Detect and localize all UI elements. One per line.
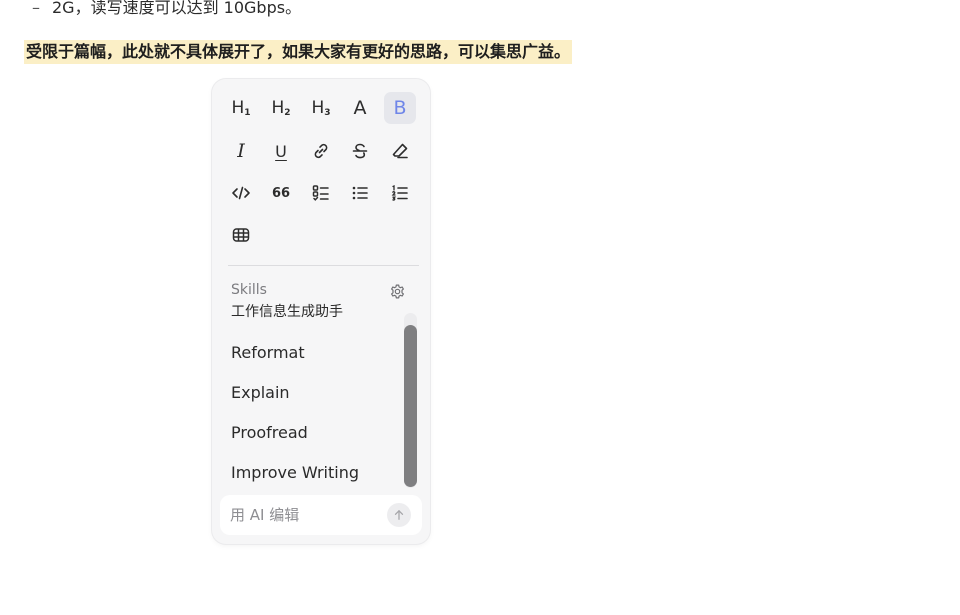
numbered-list-button[interactable] (384, 177, 416, 209)
skill-item-work-info[interactable]: 工作信息生成助手 (231, 303, 343, 321)
ai-edit-input[interactable] (230, 504, 380, 526)
table-button[interactable] (225, 219, 257, 251)
skills-settings-button[interactable] (387, 281, 407, 301)
code-button[interactable] (225, 177, 257, 209)
heading-1-button[interactable]: H1 (225, 92, 257, 124)
underline-icon: U (275, 141, 287, 161)
skill-item-proofread[interactable]: Proofread (231, 423, 308, 442)
skills-list[interactable]: 工作信息生成助手 Reformat Explain Proofread Impr… (212, 303, 430, 491)
skill-item-improve-writing[interactable]: Improve Writing (231, 463, 359, 482)
heading-1-icon: H1 (231, 98, 251, 118)
italic-button[interactable]: I (225, 135, 257, 167)
skills-scrollbar-thumb[interactable] (404, 325, 417, 487)
toolbar-divider (228, 265, 419, 266)
skill-item-explain[interactable]: Explain (231, 383, 290, 402)
format-popover: H1 H2 H3 A B I U 66 Skills 工作信息生成助手 Refo… (212, 79, 430, 544)
send-button[interactable] (387, 503, 411, 527)
skills-heading: Skills (231, 282, 267, 298)
code-icon (232, 186, 250, 200)
clear-format-button[interactable] (384, 135, 416, 167)
heading-3-button[interactable]: H3 (305, 92, 337, 124)
numbered-list-icon (391, 184, 408, 201)
eraser-icon (392, 143, 408, 159)
underline-button[interactable]: U (265, 135, 297, 167)
italic-icon: I (237, 140, 245, 162)
link-icon (314, 143, 328, 159)
quote-icon: 66 (271, 185, 291, 201)
ai-edit-box (220, 495, 422, 535)
gear-icon (390, 284, 404, 298)
skill-item-reformat[interactable]: Reformat (231, 343, 305, 362)
bold-button[interactable]: B (384, 92, 416, 124)
bold-icon: B (393, 97, 407, 119)
arrow-up-icon (394, 510, 404, 520)
heading-2-icon: H2 (271, 98, 291, 118)
strikethrough-icon (352, 143, 368, 159)
bullet-dash: – (32, 0, 40, 17)
strikethrough-button[interactable] (344, 135, 376, 167)
heading-3-icon: H3 (311, 98, 331, 118)
highlighted-paragraph[interactable]: 受限于篇幅，此处就不具体展开了，如果大家有更好的思路，可以集思广益。 (24, 40, 573, 64)
link-button[interactable] (305, 135, 337, 167)
checklist-icon (312, 185, 329, 201)
table-icon (232, 228, 250, 242)
bullet-list-icon (352, 186, 368, 200)
text-style-icon: A (353, 97, 367, 119)
text-style-button[interactable]: A (344, 92, 376, 124)
quote-button[interactable]: 66 (265, 177, 297, 209)
heading-2-button[interactable]: H2 (265, 92, 297, 124)
document-bullet-line: –2G，读写速度可以达到 10Gbps。 (32, 0, 301, 18)
checklist-button[interactable] (305, 177, 337, 209)
bullet-list-button[interactable] (344, 177, 376, 209)
bullet-text: 2G，读写速度可以达到 10Gbps。 (52, 0, 302, 17)
